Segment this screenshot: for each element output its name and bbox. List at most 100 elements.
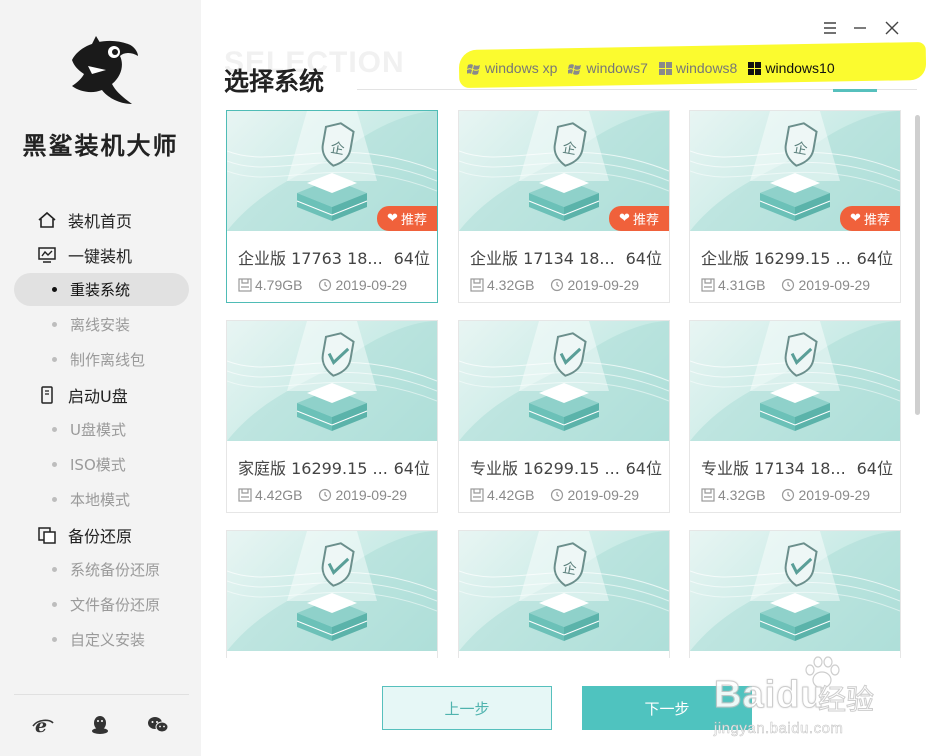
- brand-name: 黑鲨装机大师: [22, 132, 179, 160]
- nav-section-label: 启动U盘: [68, 386, 128, 406]
- system-meta-row: 4.42GB 2019-09-29: [470, 487, 670, 503]
- system-name: 企业版 17134 18...: [470, 249, 615, 268]
- tab-windows-xp[interactable]: windows xp: [467, 60, 557, 76]
- watermark-cn-text: 经验: [817, 683, 875, 717]
- disk-size-icon: [238, 488, 252, 502]
- clock-icon: [781, 278, 795, 292]
- system-card[interactable]: 企 ❤ 推荐 企业版 17134 18... 64位 4.32GB 2019-09…: [458, 110, 670, 303]
- tab-windows7[interactable]: windows7: [568, 60, 648, 76]
- grid-scrollbar[interactable]: [915, 115, 920, 415]
- baidu-jingyan-watermark: Baidu 经验 jingyan.baidu.com: [710, 654, 920, 744]
- clock-icon: [781, 488, 795, 502]
- nav-item-make-offline-pack[interactable]: 制作离线包: [0, 342, 201, 377]
- system-date: 2019-09-29: [335, 487, 408, 503]
- system-thumbnail-illustration: [227, 321, 437, 441]
- tab-label: windows xp: [485, 60, 558, 76]
- system-size: 4.32GB: [487, 277, 535, 293]
- bullet-dot: [52, 357, 57, 362]
- close-icon[interactable]: [880, 16, 904, 40]
- system-meta-row: 4.32GB 2019-09-29: [701, 487, 901, 503]
- system-card[interactable]: [226, 530, 438, 658]
- system-date: 2019-09-29: [335, 277, 408, 293]
- backup-icon: [36, 525, 58, 545]
- svg-text:e: e: [35, 715, 47, 736]
- system-thumbnail-illustration: 企: [459, 531, 669, 651]
- shark-logo-icon: [72, 36, 138, 104]
- main-panel: SELECTION 选择系统 windows xp windows7 windo…: [201, 0, 927, 756]
- qq-icon[interactable]: [85, 708, 115, 742]
- minimize-icon[interactable]: [848, 16, 872, 40]
- nav-item-custom-install[interactable]: 自定义安装: [0, 622, 201, 657]
- browser-icon[interactable]: e: [28, 708, 58, 742]
- logo-area: 黑鲨装机大师: [0, 18, 201, 160]
- nav-section-one-click[interactable]: 一键装机: [0, 237, 201, 272]
- nav-item-offline-install[interactable]: 离线安装: [0, 307, 201, 342]
- disk-size-icon: [701, 278, 715, 292]
- system-name-row: 企业版 17763 18... 64位: [238, 245, 430, 269]
- bullet-dot: [52, 567, 57, 572]
- system-meta-row: 4.42GB 2019-09-29: [238, 487, 438, 503]
- system-meta-row: 4.31GB 2019-09-29: [701, 277, 901, 293]
- system-thumbnail: [227, 531, 437, 651]
- system-size: 4.32GB: [718, 487, 766, 503]
- windows-logo-icon: [658, 61, 672, 75]
- system-arch: 64位: [856, 459, 893, 478]
- nav-section-backup-restore[interactable]: 备份还原: [0, 517, 201, 552]
- nav-item-system-backup[interactable]: 系统备份还原: [0, 552, 201, 587]
- system-thumbnail: [227, 321, 437, 441]
- bullet-dot: [52, 427, 57, 432]
- tab-windows8[interactable]: windows8: [658, 60, 737, 76]
- tab-windows10[interactable]: windows10: [748, 60, 835, 76]
- watermark-url: jingyan.baidu.com: [714, 720, 844, 738]
- system-name: 企业版 17763 18...: [238, 249, 383, 268]
- nav-item-local-mode[interactable]: 本地模式: [0, 482, 201, 517]
- nav-item-iso-mode[interactable]: ISO模式: [0, 447, 201, 482]
- nav-item-label: 文件备份还原: [70, 596, 161, 614]
- nav-section-label: 备份还原: [68, 526, 133, 546]
- menu-icon[interactable]: [818, 16, 842, 40]
- system-name: 企业版 16299.15 ...: [701, 249, 851, 268]
- nav-item-usb-mode[interactable]: U盘模式: [0, 412, 201, 447]
- system-card[interactable]: 企 ❤ 推荐 企业版 16299.15 ... 64位 4.31GB 2019-0…: [689, 110, 901, 303]
- tab-label: windows10: [765, 60, 835, 76]
- system-thumbnail: [690, 531, 900, 651]
- sidebar-nav: 装机首页 一键装机 重装系统 离线安装 制作离线包 启动U盘 U盘模式 ISO模…: [0, 202, 201, 657]
- system-size: 4.42GB: [255, 487, 303, 503]
- nav-section-home[interactable]: 装机首页: [0, 202, 201, 237]
- system-meta-row: 4.32GB 2019-09-29: [470, 277, 670, 293]
- nav-item-label: 制作离线包: [70, 351, 146, 369]
- bullet-dot: [52, 637, 57, 642]
- system-name-row: 企业版 17134 18... 64位: [470, 245, 662, 269]
- svg-text:企: 企: [561, 139, 578, 158]
- nav-item-label: 离线安装: [70, 316, 131, 334]
- wechat-icon[interactable]: [143, 708, 173, 742]
- nav-item-file-backup[interactable]: 文件备份还原: [0, 587, 201, 622]
- system-name: 家庭版 16299.15 ...: [238, 459, 388, 478]
- bullet-dot: [52, 462, 57, 467]
- nav-item-reinstall[interactable]: 重装系统: [0, 272, 201, 307]
- sidebar-footer-icons: e: [0, 708, 201, 742]
- system-card[interactable]: 专业版 16299.15 ... 64位 4.42GB 2019-09-29: [458, 320, 670, 513]
- system-card[interactable]: [689, 530, 901, 658]
- recommend-badge: ❤ 推荐: [377, 206, 437, 231]
- system-card[interactable]: 企 ❤ 推荐 企业版 17763 18... 64位 4.79GB 2019-09…: [226, 110, 438, 303]
- nav-section-usb-boot[interactable]: 启动U盘: [0, 377, 201, 412]
- home-icon: [36, 210, 58, 230]
- system-size: 4.42GB: [487, 487, 535, 503]
- system-card-grid: 企 ❤ 推荐 企业版 17763 18... 64位 4.79GB 2019-09…: [226, 110, 906, 658]
- bullet-dot: [52, 497, 57, 502]
- nav-item-label: U盘模式: [70, 421, 126, 439]
- system-thumbnail-illustration: [227, 531, 437, 651]
- windows-logo-icon: [568, 62, 582, 75]
- system-thumbnail: 企: [459, 531, 669, 651]
- heart-icon: ❤: [619, 211, 630, 226]
- system-card[interactable]: 专业版 17134 18... 64位 4.32GB 2019-09-29: [689, 320, 901, 513]
- system-thumbnail-illustration: [690, 321, 900, 441]
- prev-step-button[interactable]: 上一步: [382, 686, 552, 730]
- system-date: 2019-09-29: [567, 487, 640, 503]
- system-card[interactable]: 企: [458, 530, 670, 658]
- clock-icon: [318, 278, 332, 292]
- disk-size-icon: [470, 488, 484, 502]
- system-card[interactable]: 家庭版 16299.15 ... 64位 4.42GB 2019-09-29: [226, 320, 438, 513]
- system-name-row: 专业版 17134 18... 64位: [701, 455, 893, 479]
